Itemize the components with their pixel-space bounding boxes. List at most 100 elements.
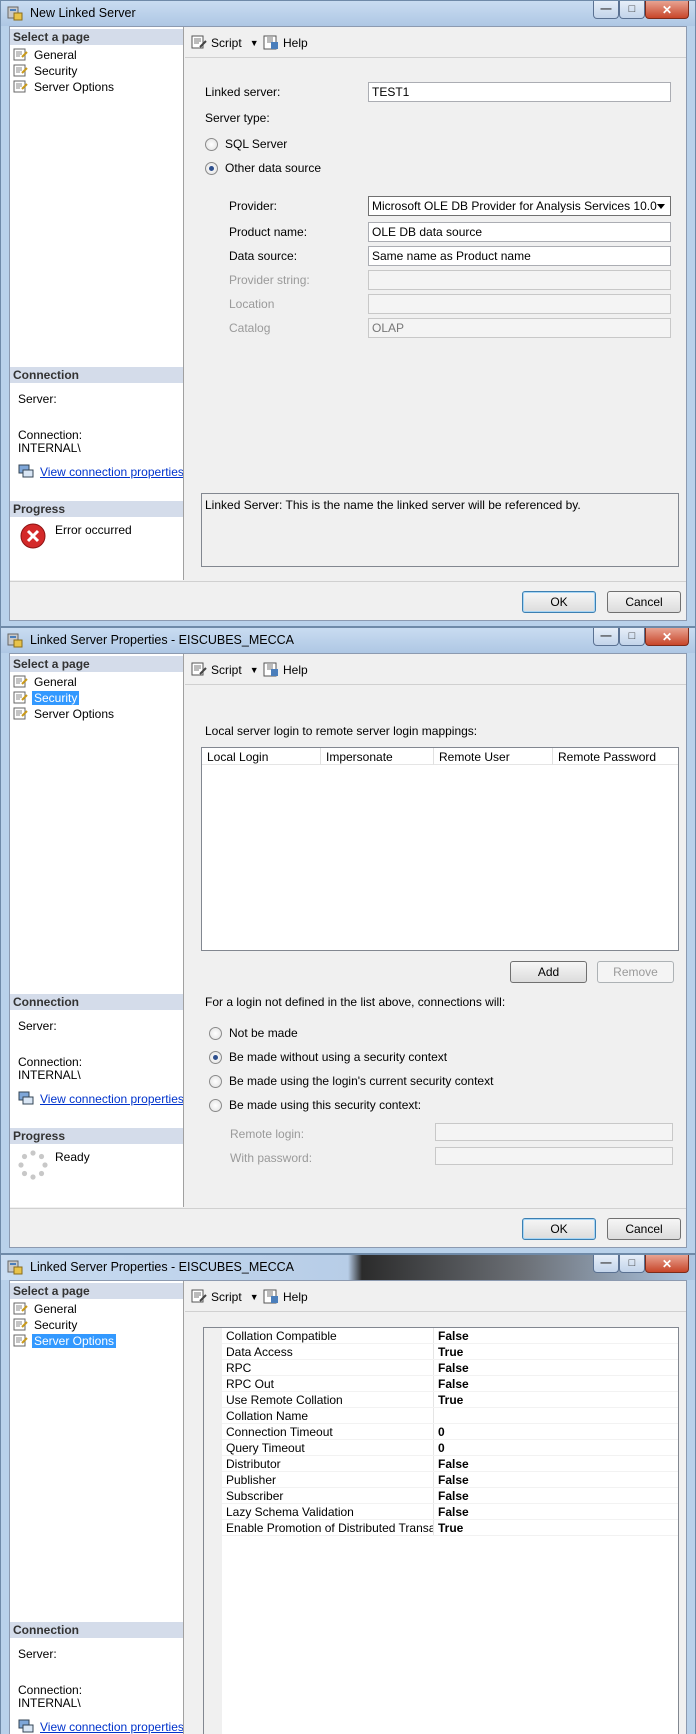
window-title: New Linked Server	[30, 6, 136, 20]
other-data-source-radio[interactable]: Other data source	[205, 161, 321, 175]
radio-circle[interactable]	[209, 1074, 222, 1088]
chevron-down-icon[interactable]: ▼	[250, 38, 259, 48]
with-password-input[interactable]	[435, 1147, 673, 1165]
nav-item-server-options[interactable]: Server Options	[13, 79, 116, 94]
property-row[interactable]: Lazy Schema Validation False	[204, 1504, 678, 1520]
cancel-button[interactable]: Cancel	[607, 591, 681, 613]
property-value[interactable]: False	[438, 1473, 469, 1487]
property-row[interactable]: Use Remote Collation True	[204, 1392, 678, 1408]
column-header-local-login[interactable]: Local Login	[202, 748, 321, 765]
nav-item-security[interactable]: Security	[13, 63, 79, 78]
property-value[interactable]: 0	[438, 1441, 445, 1455]
property-value[interactable]: True	[438, 1393, 463, 1407]
property-row[interactable]: Publisher False	[204, 1472, 678, 1488]
catalog-input[interactable]: OLAP	[368, 318, 671, 338]
maximize-button[interactable]: □	[619, 1255, 645, 1273]
ok-button[interactable]: OK	[522, 591, 596, 613]
help-button[interactable]: Help	[263, 1289, 308, 1304]
view-connection-properties-link[interactable]: View connection properties	[40, 1092, 183, 1106]
login-current-context-radio[interactable]: Be made using the login's current securi…	[209, 1074, 493, 1088]
provider-value: Microsoft OLE DB Provider for Analysis S…	[372, 199, 657, 213]
right-pane: Script ▼ Help Collation Compatible False …	[185, 1281, 686, 1734]
view-connection-properties-link[interactable]: View connection properties	[40, 465, 183, 479]
radio-circle[interactable]	[209, 1050, 222, 1064]
view-connection-properties-link[interactable]: View connection properties	[40, 1720, 183, 1734]
title-bar[interactable]: Linked Server Properties - EISCUBES_MECC…	[1, 1255, 695, 1280]
page-icon	[13, 64, 28, 77]
remote-login-input[interactable]	[435, 1123, 673, 1141]
location-input[interactable]	[368, 294, 671, 314]
page-icon	[13, 48, 28, 61]
server-options-grid[interactable]: Collation Compatible False Data Access Tru…	[203, 1327, 679, 1734]
column-header-impersonate[interactable]: Impersonate	[321, 748, 434, 765]
close-button[interactable]: ✕	[645, 628, 689, 646]
login-mappings-grid[interactable]: Local Login Impersonate Remote User Remo…	[201, 747, 679, 951]
nav-item-general[interactable]: General	[13, 1301, 79, 1316]
property-row[interactable]: RPC False	[204, 1360, 678, 1376]
minimize-button[interactable]: —	[593, 628, 619, 646]
property-value[interactable]: True	[438, 1521, 463, 1535]
linked-server-input[interactable]: TEST1	[368, 82, 671, 102]
this-security-context-radio[interactable]: Be made using this security context:	[209, 1098, 421, 1112]
property-value[interactable]: False	[438, 1505, 469, 1519]
property-value[interactable]: 0	[438, 1425, 445, 1439]
property-value[interactable]: False	[438, 1329, 469, 1343]
nav-item-security[interactable]: Security	[13, 690, 80, 705]
radio-circle[interactable]	[205, 137, 218, 151]
radio-circle[interactable]	[209, 1098, 222, 1112]
without-security-context-radio[interactable]: Be made without using a security context	[209, 1050, 447, 1064]
property-row[interactable]: Query Timeout 0	[204, 1440, 678, 1456]
minimize-button[interactable]: —	[593, 1, 619, 19]
nav-item-server-options[interactable]: Server Options	[13, 1333, 117, 1348]
chevron-down-icon[interactable]: ▼	[250, 1292, 259, 1302]
help-button[interactable]: Help	[263, 35, 308, 50]
provider-select[interactable]: Microsoft OLE DB Provider for Analysis S…	[368, 196, 671, 216]
not-be-made-radio[interactable]: Not be made	[209, 1026, 298, 1040]
page-icon	[13, 80, 28, 93]
title-bar[interactable]: Linked Server Properties - EISCUBES_MECC…	[1, 628, 695, 653]
minimize-button[interactable]: —	[593, 1255, 619, 1273]
nav-item-general[interactable]: General	[13, 674, 79, 689]
property-value[interactable]: False	[438, 1457, 469, 1471]
property-value[interactable]: False	[438, 1489, 469, 1503]
title-bar[interactable]: New Linked Server — □ ✕	[1, 1, 695, 26]
column-header-remote-password[interactable]: Remote Password	[553, 748, 678, 765]
maximize-button[interactable]: □	[619, 1, 645, 19]
property-value[interactable]: False	[438, 1377, 469, 1391]
close-button[interactable]: ✕	[645, 1, 689, 19]
radio-circle[interactable]	[205, 161, 218, 175]
add-button[interactable]: Add	[510, 961, 587, 983]
sql-server-radio[interactable]: SQL Server	[205, 137, 287, 151]
property-row[interactable]: Collation Compatible False	[204, 1328, 678, 1344]
nav-item-security[interactable]: Security	[13, 1317, 79, 1332]
script-button[interactable]: Script ▼	[191, 1289, 259, 1304]
maximize-button[interactable]: □	[619, 628, 645, 646]
property-row[interactable]: Data Access True	[204, 1344, 678, 1360]
help-button[interactable]: Help	[263, 662, 308, 677]
property-value[interactable]: True	[438, 1345, 463, 1359]
cancel-button[interactable]: Cancel	[607, 1218, 681, 1240]
property-row[interactable]: Subscriber False	[204, 1488, 678, 1504]
column-header-remote-user[interactable]: Remote User	[434, 748, 553, 765]
property-row[interactable]: Collation Name	[204, 1408, 678, 1424]
nav-item-server-options[interactable]: Server Options	[13, 706, 116, 721]
nav-item-general[interactable]: General	[13, 47, 79, 62]
property-row[interactable]: Distributor False	[204, 1456, 678, 1472]
provider-string-input[interactable]	[368, 270, 671, 290]
script-button[interactable]: Script ▼	[191, 662, 259, 677]
ok-button[interactable]: OK	[522, 1218, 596, 1240]
radio-circle[interactable]	[209, 1026, 222, 1040]
remove-button[interactable]: Remove	[597, 961, 674, 983]
property-value[interactable]: False	[438, 1361, 469, 1375]
product-name-input[interactable]: OLE DB data source	[368, 222, 671, 242]
chevron-down-icon[interactable]: ▼	[250, 665, 259, 675]
property-row[interactable]: Connection Timeout 0	[204, 1424, 678, 1440]
script-button[interactable]: Script ▼	[191, 35, 259, 50]
property-row[interactable]: RPC Out False	[204, 1376, 678, 1392]
maximize-icon: □	[628, 630, 636, 642]
close-button[interactable]: ✕	[645, 1255, 689, 1273]
dialog-client: Select a page General Security Server Op…	[9, 1280, 687, 1734]
data-source-input[interactable]: Same name as Product name	[368, 246, 671, 266]
provider-string-label: Provider string:	[229, 273, 310, 287]
property-row[interactable]: Enable Promotion of Distributed Transact…	[204, 1520, 678, 1536]
